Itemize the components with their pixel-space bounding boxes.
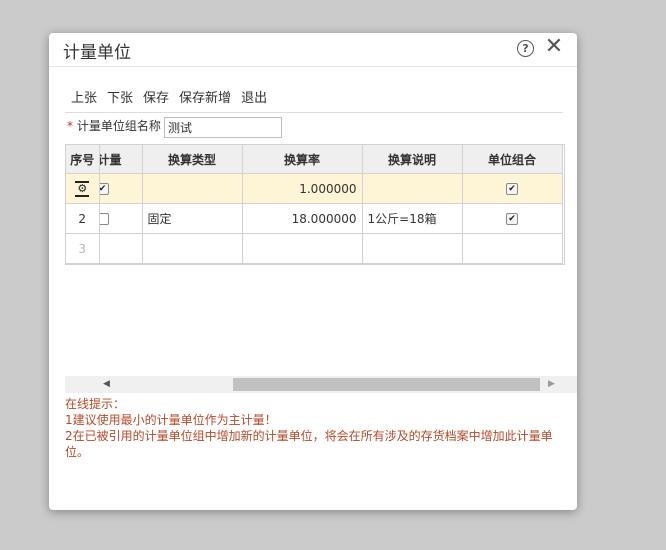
scroll-left-icon[interactable]: ◀ bbox=[103, 379, 110, 389]
row-settings-icon[interactable]: ⚙ bbox=[75, 180, 90, 197]
combo-cell[interactable] bbox=[462, 233, 563, 264]
col-header-desc: 换算说明 bbox=[362, 145, 463, 174]
next-button[interactable]: 下张 bbox=[107, 87, 133, 107]
prev-button[interactable]: 上张 bbox=[71, 87, 97, 107]
tips-line-2: 2在已被引用的计量单位组中增加新的计量单位，将会在所有涉及的存货档案中增加此计量… bbox=[65, 429, 553, 459]
col-header-index: 序号 bbox=[66, 145, 100, 174]
combo-cell[interactable]: ✔ bbox=[462, 203, 563, 234]
table-row[interactable]: ⚙ ✔ 1.000000 ✔ bbox=[66, 173, 563, 204]
scroll-right-icon[interactable]: ▶ bbox=[548, 379, 555, 389]
tips-title: 在线提示： bbox=[65, 397, 126, 411]
desc-cell[interactable] bbox=[362, 233, 463, 264]
main-unit-checkbox[interactable] bbox=[99, 213, 109, 225]
desc-cell[interactable] bbox=[362, 173, 463, 204]
row-settings-cell[interactable]: ⚙ bbox=[66, 173, 100, 204]
unit-grid: 序号 主计量 换算类型 换算率 换算说明 单位组合 ⚙ ✔ 1.000000 ✔ bbox=[65, 144, 565, 265]
row-index-cell: 3 bbox=[66, 233, 100, 264]
combo-checkbox[interactable]: ✔ bbox=[506, 183, 518, 195]
group-name-label: 计量单位组名称 bbox=[76, 119, 161, 133]
desc-cell[interactable]: 1公斤=18箱 bbox=[362, 203, 463, 234]
type-cell[interactable] bbox=[142, 173, 243, 204]
close-icon[interactable]: ✕ bbox=[544, 36, 564, 58]
combo-checkbox[interactable]: ✔ bbox=[506, 213, 518, 225]
help-icon[interactable]: ? bbox=[517, 40, 534, 57]
dialog-title: 计量单位 bbox=[63, 43, 131, 63]
row-index-cell: 2 bbox=[66, 203, 100, 234]
type-cell[interactable] bbox=[142, 233, 243, 264]
toolbar: 上张 下张 保存 保存新增 退出 bbox=[71, 87, 277, 107]
scrollbar-thumb[interactable] bbox=[233, 378, 540, 391]
toolbar-divider bbox=[65, 112, 563, 113]
col-header-rate: 换算率 bbox=[242, 145, 363, 174]
rate-cell[interactable] bbox=[242, 233, 363, 264]
dialog-titlebar: 计量单位 ? ✕ bbox=[49, 33, 577, 67]
type-cell[interactable]: 固定 bbox=[142, 203, 243, 234]
tips-line-1: 1建议使用最小的计量单位作为主计量！ bbox=[65, 413, 277, 427]
save-button[interactable]: 保存 bbox=[143, 87, 169, 107]
online-tips: 在线提示： 1建议使用最小的计量单位作为主计量！ 2在已被引用的计量单位组中增加… bbox=[65, 396, 565, 460]
col-header-combo: 单位组合 bbox=[462, 145, 563, 174]
group-name-row: * 计量单位组名称 bbox=[67, 117, 282, 139]
col-header-main-unit: 主计量 bbox=[99, 145, 143, 174]
main-unit-checkbox[interactable]: ✔ bbox=[99, 183, 109, 195]
combo-cell[interactable]: ✔ bbox=[462, 173, 563, 204]
table-row[interactable]: 3 bbox=[66, 233, 563, 264]
exit-button[interactable]: 退出 bbox=[241, 87, 267, 107]
main-unit-cell[interactable] bbox=[99, 203, 143, 234]
group-name-input[interactable] bbox=[164, 117, 282, 138]
rate-cell[interactable]: 1.000000 bbox=[242, 173, 363, 204]
main-unit-cell[interactable]: ✔ bbox=[99, 173, 143, 204]
save-new-button[interactable]: 保存新增 bbox=[179, 87, 231, 107]
unit-table: 序号 主计量 换算类型 换算率 换算说明 单位组合 ⚙ ✔ 1.000000 ✔ bbox=[66, 145, 563, 264]
rate-cell[interactable]: 18.000000 bbox=[242, 203, 363, 234]
table-header-row: 序号 主计量 换算类型 换算率 换算说明 单位组合 bbox=[66, 145, 563, 174]
col-header-type: 换算类型 bbox=[142, 145, 243, 174]
main-unit-cell[interactable] bbox=[99, 233, 143, 264]
required-mark: * bbox=[67, 119, 73, 133]
unit-dialog: 计量单位 ? ✕ 上张 下张 保存 保存新增 退出 * 计量单位组名称 测试 序… bbox=[49, 33, 577, 510]
horizontal-scrollbar[interactable]: ◀ ▶ bbox=[65, 376, 577, 393]
table-row[interactable]: 2 固定 18.000000 1公斤=18箱 ✔ bbox=[66, 203, 563, 234]
